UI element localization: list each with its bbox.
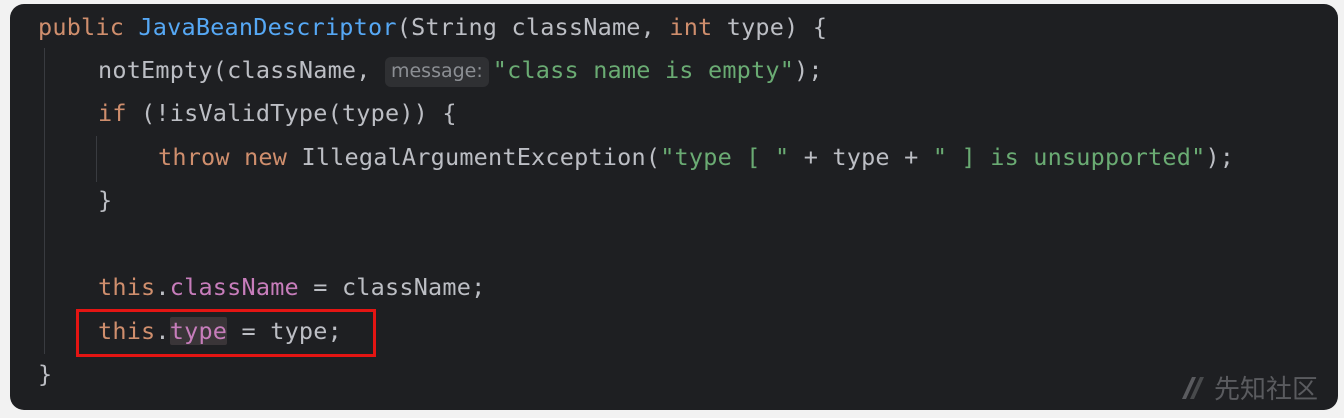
xianzhi-logo-icon <box>1178 373 1208 403</box>
code-token: throw new <box>158 143 302 171</box>
code-token: className <box>169 273 299 301</box>
code-token: = className; <box>298 273 486 301</box>
annotation-red-box <box>76 309 376 357</box>
code-line[interactable]: } <box>38 357 52 391</box>
code-token: this <box>98 273 156 301</box>
parameter-inlay-hint: message: <box>384 57 489 87</box>
code-token: } <box>98 186 113 214</box>
indent-guide <box>96 136 97 182</box>
code-token: type) { <box>712 13 828 41</box>
code-token: IllegalArgumentException( <box>301 143 661 171</box>
code-token: + type + <box>789 143 933 171</box>
code-token: ); <box>1205 143 1235 171</box>
code-token: int <box>669 13 713 41</box>
code-token: public <box>38 13 139 41</box>
code-line[interactable]: notEmpty(className, message: "class name … <box>98 53 823 87</box>
code-line[interactable]: if (!isValidType(type)) { <box>98 96 457 130</box>
indent-guide <box>44 48 45 354</box>
code-line[interactable]: throw new IllegalArgumentException("type… <box>158 140 1234 174</box>
code-token: (String className, <box>396 13 670 41</box>
code-token: } <box>38 360 53 388</box>
code-token: . <box>155 273 170 301</box>
code-line[interactable]: } <box>98 183 112 217</box>
code-token: "type [ " <box>660 143 790 171</box>
code-token: notEmpty(className, <box>98 56 385 84</box>
code-editor-panel: public JavaBeanDescriptor(String classNa… <box>10 4 1338 410</box>
code-line[interactable]: this.className = className; <box>98 270 485 304</box>
code-token: if <box>98 99 127 127</box>
code-token: JavaBeanDescriptor <box>138 13 397 41</box>
watermark: 先知社区 <box>1178 369 1318 406</box>
watermark-text: 先知社区 <box>1213 375 1318 405</box>
code-token: "class name is empty" <box>492 56 795 84</box>
code-token: (!isValidType(type)) { <box>126 99 457 127</box>
code-token: " ] is unsupported" <box>932 143 1206 171</box>
code-line[interactable]: public JavaBeanDescriptor(String classNa… <box>38 10 827 44</box>
code-token: ); <box>794 56 823 84</box>
